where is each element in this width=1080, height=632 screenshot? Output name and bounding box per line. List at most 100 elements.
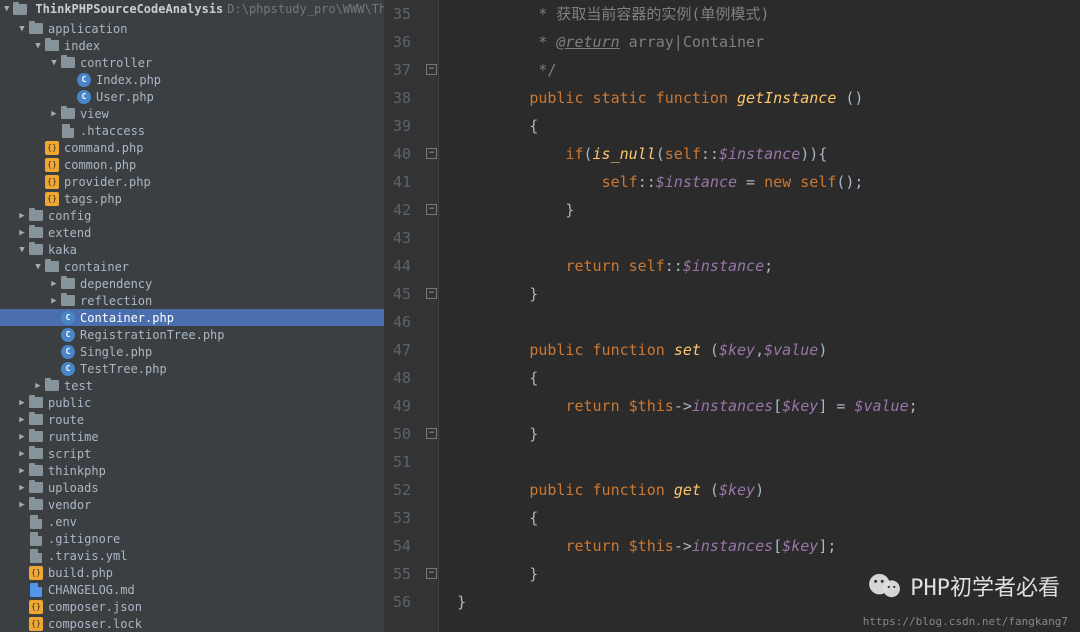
line-number[interactable]: 47 xyxy=(393,336,411,364)
chevron-down-icon: ▼ xyxy=(32,262,44,272)
php-class-icon: C xyxy=(76,73,92,87)
tree-item-reflection[interactable]: ▶reflection xyxy=(0,292,384,309)
tree-item-test[interactable]: ▶test xyxy=(0,377,384,394)
line-number[interactable]: 54 xyxy=(393,532,411,560)
code-line[interactable]: * @return array|Container xyxy=(457,28,1062,56)
php-class-icon: C xyxy=(60,345,76,359)
tree-item-provider-php[interactable]: ▶{}provider.php xyxy=(0,173,384,190)
tree-item-User-php[interactable]: ▶CUser.php xyxy=(0,88,384,105)
tree-item-view[interactable]: ▶view xyxy=(0,105,384,122)
tree-item--travis-yml[interactable]: ▶.travis.yml xyxy=(0,547,384,564)
code-line[interactable]: { xyxy=(457,112,1062,140)
folder-icon xyxy=(60,57,76,68)
chevron-down-icon: ▼ xyxy=(16,24,28,34)
code-area[interactable]: * 获取当前容器的实例(单例模式) * @return array|Contai… xyxy=(439,0,1080,632)
line-number[interactable]: 51 xyxy=(393,448,411,476)
tree-item-thinkphp[interactable]: ▶thinkphp xyxy=(0,462,384,479)
tree-item-uploads[interactable]: ▶uploads xyxy=(0,479,384,496)
tree-item-route[interactable]: ▶route xyxy=(0,411,384,428)
code-line[interactable]: } xyxy=(457,196,1062,224)
line-number[interactable]: 43 xyxy=(393,224,411,252)
line-number[interactable]: 46 xyxy=(393,308,411,336)
code-line[interactable]: } xyxy=(457,280,1062,308)
line-number[interactable]: 53 xyxy=(393,504,411,532)
fold-toggle-icon[interactable]: − xyxy=(426,288,437,299)
tree-item-dependency[interactable]: ▶dependency xyxy=(0,275,384,292)
code-line[interactable]: * 获取当前容器的实例(单例模式) xyxy=(457,0,1062,28)
line-number[interactable]: 55 xyxy=(393,560,411,588)
code-line[interactable] xyxy=(457,308,1062,336)
tree-item-build-php[interactable]: ▶{}build.php xyxy=(0,564,384,581)
fold-toggle-icon[interactable]: − xyxy=(426,568,437,579)
fold-toggle-icon[interactable]: − xyxy=(426,428,437,439)
tree-item-vendor[interactable]: ▶vendor xyxy=(0,496,384,513)
tree-item-kaka[interactable]: ▼kaka xyxy=(0,241,384,258)
tree-item-runtime[interactable]: ▶runtime xyxy=(0,428,384,445)
tree-item-controller[interactable]: ▼controller xyxy=(0,54,384,71)
tree-item-tags-php[interactable]: ▶{}tags.php xyxy=(0,190,384,207)
tree-item-Container-php[interactable]: ▶CContainer.php xyxy=(0,309,384,326)
line-number[interactable]: 40 xyxy=(393,140,411,168)
tree-item-Index-php[interactable]: ▶CIndex.php xyxy=(0,71,384,88)
line-number[interactable]: 52 xyxy=(393,476,411,504)
tree-label: config xyxy=(48,209,91,223)
fold-toggle-icon[interactable]: − xyxy=(426,148,437,159)
code-line[interactable]: if(is_null(self::$instance)){ xyxy=(457,140,1062,168)
code-line[interactable]: public function set ($key,$value) xyxy=(457,336,1062,364)
code-line[interactable]: return $this->instances[$key] = $value; xyxy=(457,392,1062,420)
tree-item-index[interactable]: ▼index xyxy=(0,37,384,54)
code-line[interactable]: */ xyxy=(457,56,1062,84)
tree-item-composer-lock[interactable]: ▶{}composer.lock xyxy=(0,615,384,632)
code-line[interactable]: } xyxy=(457,420,1062,448)
line-number[interactable]: 50 xyxy=(393,420,411,448)
code-line[interactable] xyxy=(457,448,1062,476)
tree-label: test xyxy=(64,379,93,393)
line-number[interactable]: 56 xyxy=(393,588,411,616)
folder-icon xyxy=(28,448,44,459)
line-number[interactable]: 42 xyxy=(393,196,411,224)
code-line[interactable]: return $this->instances[$key]; xyxy=(457,532,1062,560)
tree-item-RegistrationTree-php[interactable]: ▶CRegistrationTree.php xyxy=(0,326,384,343)
folder-icon xyxy=(28,23,44,34)
fold-toggle-icon[interactable]: − xyxy=(426,204,437,215)
tree-item-config[interactable]: ▶config xyxy=(0,207,384,224)
code-line[interactable]: public static function getInstance () xyxy=(457,84,1062,112)
tree-item-common-php[interactable]: ▶{}common.php xyxy=(0,156,384,173)
project-header[interactable]: ▼ ThinkPHPSourceCodeAnalysis D:\phpstudy… xyxy=(0,0,384,18)
tree-item-TestTree-php[interactable]: ▶CTestTree.php xyxy=(0,360,384,377)
fold-column[interactable]: − − − − − − xyxy=(425,0,439,632)
code-line[interactable]: public function get ($key) xyxy=(457,476,1062,504)
tree-item-CHANGELOG-md[interactable]: ▶CHANGELOG.md xyxy=(0,581,384,598)
line-number[interactable]: 49 xyxy=(393,392,411,420)
code-line[interactable] xyxy=(457,224,1062,252)
line-number[interactable]: 36 xyxy=(393,28,411,56)
code-line[interactable]: return self::$instance; xyxy=(457,252,1062,280)
line-number[interactable]: 39 xyxy=(393,112,411,140)
line-number[interactable]: 37 xyxy=(393,56,411,84)
chevron-right-icon: ▶ xyxy=(16,398,28,408)
tree-item-container[interactable]: ▼container xyxy=(0,258,384,275)
code-line[interactable]: self::$instance = new self(); xyxy=(457,168,1062,196)
line-number[interactable]: 44 xyxy=(393,252,411,280)
tree-item-script[interactable]: ▶script xyxy=(0,445,384,462)
line-number[interactable]: 41 xyxy=(393,168,411,196)
code-line[interactable]: { xyxy=(457,364,1062,392)
line-gutter[interactable]: 3536373839404142434445464748495051525354… xyxy=(385,0,425,632)
tree-item-composer-json[interactable]: ▶{}composer.json xyxy=(0,598,384,615)
tree-item-public[interactable]: ▶public xyxy=(0,394,384,411)
tree-item--gitignore[interactable]: ▶.gitignore xyxy=(0,530,384,547)
code-line[interactable]: { xyxy=(457,504,1062,532)
tree-item-application[interactable]: ▼application xyxy=(0,20,384,37)
tree-item-Single-php[interactable]: ▶CSingle.php xyxy=(0,343,384,360)
line-number[interactable]: 38 xyxy=(393,84,411,112)
tree-item-command-php[interactable]: ▶{}command.php xyxy=(0,139,384,156)
tree-item--htaccess[interactable]: ▶.htaccess xyxy=(0,122,384,139)
tree-label: .htaccess xyxy=(80,124,145,138)
line-number[interactable]: 45 xyxy=(393,280,411,308)
line-number[interactable]: 35 xyxy=(393,0,411,28)
tree-item-extend[interactable]: ▶extend xyxy=(0,224,384,241)
chevron-right-icon: ▶ xyxy=(16,228,28,238)
line-number[interactable]: 48 xyxy=(393,364,411,392)
fold-toggle-icon[interactable]: − xyxy=(426,64,437,75)
tree-item--env[interactable]: ▶.env xyxy=(0,513,384,530)
